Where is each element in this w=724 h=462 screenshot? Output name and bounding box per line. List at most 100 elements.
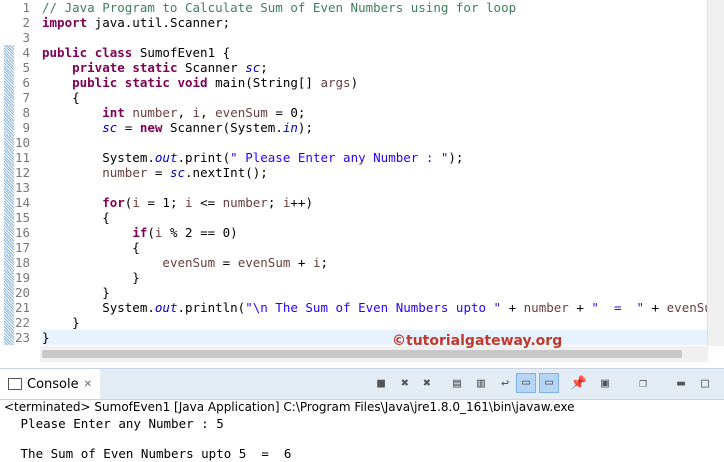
remove-launch-icon[interactable]: ✖ bbox=[396, 375, 414, 393]
code-token: out bbox=[154, 300, 178, 315]
code-line[interactable]: } bbox=[42, 270, 140, 285]
code-token: = bbox=[147, 165, 170, 180]
code-line[interactable]: for(i = 1; i <= number; i++) bbox=[42, 195, 313, 210]
code-line[interactable]: import java.util.Scanner; bbox=[42, 15, 230, 30]
code-token: for bbox=[102, 195, 125, 210]
change-marker bbox=[4, 75, 14, 90]
terminated-status: <terminated> SumofEven1 [Java Applicatio… bbox=[4, 400, 575, 414]
code-token: ); bbox=[448, 150, 464, 165]
minimize-icon[interactable]: ▬ bbox=[672, 375, 690, 393]
code-token: { bbox=[42, 240, 140, 255]
code-line[interactable]: } bbox=[42, 285, 110, 300]
code-line[interactable]: int number, i, evenSum = 0; bbox=[42, 105, 305, 120]
change-marker bbox=[4, 45, 14, 60]
code-line[interactable]: if(i % 2 == 0) bbox=[42, 225, 238, 240]
code-line[interactable]: public class SumofEven1 { bbox=[42, 45, 230, 60]
code-token: ; bbox=[260, 60, 268, 75]
code-editor[interactable]: 1 // Java Program to Calculate Sum of Eve… bbox=[0, 0, 708, 346]
code-token: i bbox=[132, 195, 140, 210]
show-on-stderr-icon[interactable]: ▭ bbox=[539, 373, 559, 393]
open-console-icon[interactable]: ❐ bbox=[634, 375, 652, 393]
code-line[interactable]: System.out.println("\n The Sum of Even N… bbox=[42, 300, 708, 315]
scroll-lock-icon[interactable]: ▥ bbox=[472, 375, 490, 393]
clear-console-icon[interactable]: ▤ bbox=[448, 375, 466, 393]
code-line[interactable]: private static Scanner sc; bbox=[42, 60, 268, 75]
code-token: sc bbox=[245, 60, 261, 75]
remove-all-icon[interactable]: ✖ bbox=[418, 375, 436, 393]
code-token: ( bbox=[147, 225, 155, 240]
vertical-scrollbar[interactable] bbox=[707, 0, 724, 346]
code-token: ; bbox=[320, 255, 329, 270]
code-token: public bbox=[42, 45, 88, 60]
display-console-icon[interactable]: ▣ bbox=[596, 375, 614, 393]
line-number: 20 bbox=[0, 285, 40, 300]
line-number: 21 bbox=[0, 300, 40, 315]
code-token: + bbox=[568, 300, 592, 315]
change-marker bbox=[4, 60, 14, 75]
code-line[interactable]: // Java Program to Calculate Sum of Even… bbox=[42, 0, 516, 15]
change-marker bbox=[4, 180, 14, 195]
close-icon[interactable]: ✕ bbox=[84, 379, 92, 390]
code-token: % 2 == 0) bbox=[162, 225, 238, 240]
console-line: Please Enter any Number : 5 bbox=[13, 416, 224, 431]
code-token: // Java Program to Calculate Sum of Even… bbox=[42, 0, 517, 15]
line-number: 7 bbox=[0, 90, 40, 105]
code-line[interactable]: evenSum = evenSum + i; bbox=[42, 255, 328, 270]
line-number: 4 bbox=[0, 45, 40, 60]
code-token: { bbox=[42, 210, 110, 225]
console-line: The Sum of Even Numbers upto 5 = 6 bbox=[13, 446, 292, 461]
line-number: 13 bbox=[0, 180, 40, 195]
code-line[interactable]: sc = new Scanner(System.in); bbox=[42, 120, 313, 135]
code-token: ); bbox=[297, 120, 313, 135]
code-token: in bbox=[282, 120, 298, 135]
change-marker bbox=[4, 300, 14, 315]
code-token: ; bbox=[267, 195, 283, 210]
stop-icon[interactable]: ■ bbox=[372, 375, 390, 393]
code-token: } bbox=[42, 330, 50, 345]
code-token: i bbox=[185, 195, 193, 210]
code-line[interactable]: public static void main(String[] args) bbox=[42, 75, 358, 90]
line-number: 22 bbox=[0, 315, 40, 330]
code-token: args bbox=[320, 75, 351, 90]
code-token: import bbox=[42, 15, 88, 30]
line-number: 3 bbox=[22, 30, 30, 45]
code-token: + bbox=[644, 300, 667, 315]
change-marker bbox=[4, 195, 14, 210]
code-line[interactable]: { bbox=[42, 240, 140, 255]
line-number: 6 bbox=[0, 75, 40, 90]
code-token: number bbox=[523, 300, 569, 315]
code-token: Scanner bbox=[177, 60, 246, 75]
code-token: number bbox=[132, 105, 178, 120]
code-token: } bbox=[42, 285, 110, 300]
tab-console[interactable]: Console ✕ bbox=[0, 369, 100, 399]
line-number: 1 bbox=[22, 0, 30, 15]
line-number: 18 bbox=[0, 255, 40, 270]
maximize-icon[interactable]: □ bbox=[696, 375, 714, 393]
word-wrap-icon[interactable]: ↩ bbox=[496, 375, 514, 393]
code-token: Scanner(System. bbox=[162, 120, 283, 135]
code-token: = 0; bbox=[267, 105, 306, 120]
code-token: " = " bbox=[591, 300, 645, 315]
code-line[interactable]: } bbox=[42, 330, 708, 345]
line-number: 8 bbox=[0, 105, 40, 120]
code-line[interactable]: System.out.print(" Please Enter any Numb… bbox=[42, 150, 463, 165]
pin-console-icon[interactable]: 📌 bbox=[570, 375, 588, 393]
horizontal-scrollbar[interactable] bbox=[40, 346, 708, 362]
change-marker bbox=[4, 240, 14, 255]
code-token: = 1; bbox=[139, 195, 186, 210]
code-token: if bbox=[132, 225, 148, 240]
code-line[interactable]: number = sc.nextInt(); bbox=[42, 165, 268, 180]
line-number: 10 bbox=[0, 135, 40, 150]
code-line[interactable]: { bbox=[42, 210, 110, 225]
show-on-stdout-icon[interactable]: ▭ bbox=[516, 373, 536, 393]
code-line[interactable]: } bbox=[42, 315, 80, 330]
code-token: .println( bbox=[177, 300, 246, 315]
code-line[interactable]: { bbox=[42, 90, 80, 105]
scrollbar-thumb[interactable] bbox=[42, 350, 682, 358]
line-number: 5 bbox=[0, 60, 40, 75]
line-number: 2 bbox=[22, 15, 30, 30]
line-number: 17 bbox=[0, 240, 40, 255]
